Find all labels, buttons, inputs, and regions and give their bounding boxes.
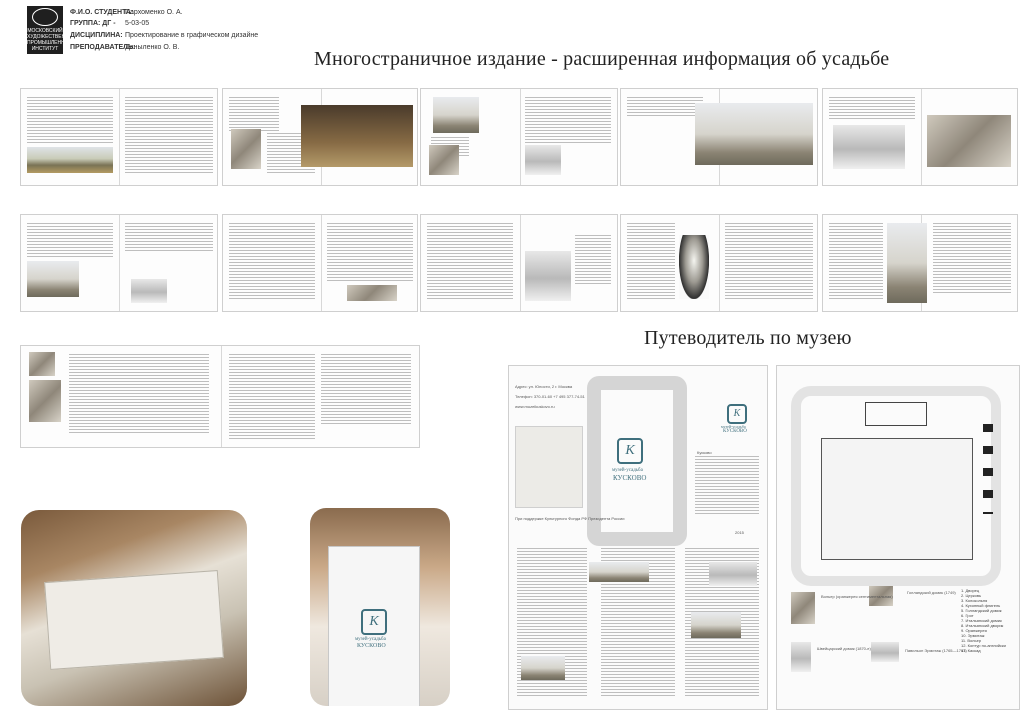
photo-folded-brochure: К музей-усадьба КУСКОВО [310,508,450,706]
info-icons [983,424,993,514]
photo-person-with-map [21,510,247,706]
logo-text: МОСКОВСКИЙ ХУДОЖЕСТВЕННО ПРОМЫШЛЕННЫЙ ИН… [27,28,73,52]
map-legend: 1. Дворец 2. Церковь 3. Колокольня 4. Ку… [961,588,1017,653]
brochure-cover-image: К музей-усадьба КУСКОВО [328,546,420,706]
cover-logo: К [361,609,387,635]
group-value: 5-03-05 [125,20,150,27]
brochure-year: 2015 [735,530,744,535]
spread-3 [420,88,618,186]
icon-row [865,402,927,426]
brochure-right-heading: Кусково [697,450,712,455]
spread-7 [222,214,418,312]
caption-dutch: Голландский домик (1749) [907,590,956,595]
discipline-label: ДИСЦИПЛИНА: [70,32,123,39]
caption-hermitage: Павильон Эрмитаж (1765—1767) [905,648,967,653]
institute-logo: МОСКОВСКИЙ ХУДОЖЕСТВЕННО ПРОМЫШЛЕННЫЙ ИН… [27,6,73,54]
museum-map: Вольер (оранжерея сентиментальная) Голла… [776,365,1020,710]
discipline-value: Проектирование в графическом дизайне [125,32,259,39]
spread-5 [822,88,1018,186]
brochure-logo-small: К [727,404,747,424]
brochure-museum-name-2: КУСКОВО [723,429,747,434]
teacher-value: Даныленко О. В. [125,44,180,51]
guide-brochure: К музей-усадьба КУСКОВО К музей-усадьба … [508,365,768,710]
brochure-museum-small: музей-усадьба [612,468,643,473]
guide-title: Путеводитель по музею [644,327,852,349]
brochure-museum-name: КУСКОВО [613,474,647,482]
spread-2 [222,88,418,186]
multipage-title: Многостраничное издание - расширенная ин… [314,48,890,70]
park-plan [821,438,973,560]
caption-volier: Вольер (оранжерея сентиментальная) [821,594,893,599]
unfolded-map-image [44,570,224,670]
spread-4 [620,88,818,186]
student-value: Пархоменко О. А. [125,9,183,16]
cover-museum-name: КУСКОВО [357,643,386,649]
brochure-site[interactable]: www.muzeikuskovo.ru [515,404,555,409]
brochure-logo: К [617,438,643,464]
spread-6 [20,214,218,312]
spread-9 [620,214,818,312]
group-label: ГРУППА: ДГ - [70,20,116,27]
caption-swiss: Швейцарский домик (1870-е) [817,646,871,651]
logo-emblem-icon [32,8,58,26]
spread-8 [420,214,618,312]
cover-museum-small: музей-усадьба [355,637,386,642]
spread-11 [20,345,420,448]
spread-10 [822,214,1018,312]
brochure-note: При поддержке Культурного Фонда РФ Прези… [515,516,625,521]
student-label: Ф.И.О. СТУДЕНТА: [70,9,134,16]
legend-item: 13. Каскад [961,648,981,653]
brochure-address: Адрес: ул. Юности, 2 г. Москва [515,384,573,389]
location-map [515,426,583,508]
brochure-phone: Телефон: 370-01-60 +7 495 377-74-51 [515,394,585,399]
spread-1 [20,88,218,186]
